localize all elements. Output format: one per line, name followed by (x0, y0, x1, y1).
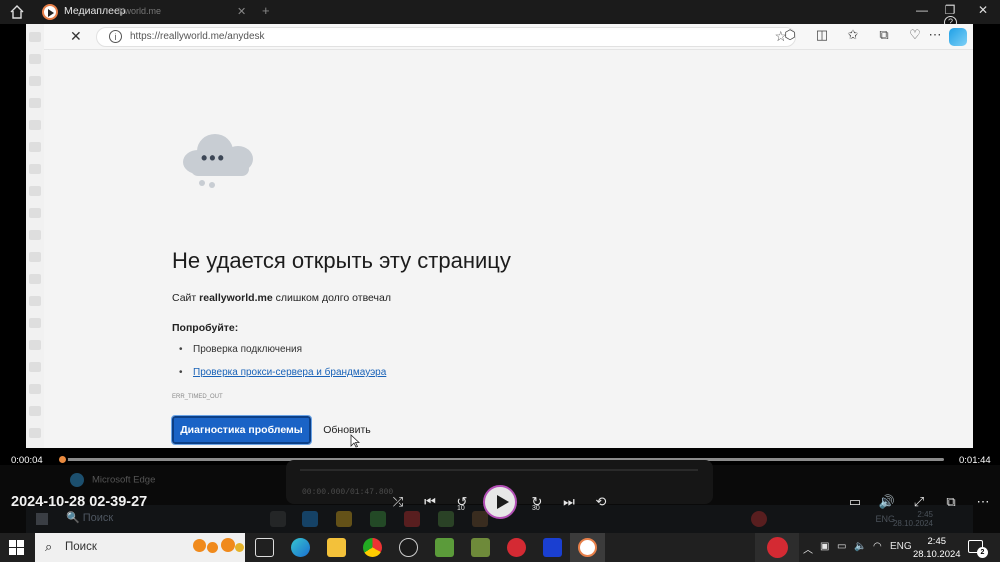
media-player-window: Медиаплеер lyworld.me ✕ + — ❐ ✕ ? ✕ i ht… (0, 0, 1000, 562)
film-strip-edge (26, 24, 44, 448)
meet-icon[interactable]: ▣ (820, 541, 829, 552)
notifications-icon[interactable]: 2 (968, 540, 988, 558)
tray-pinned-app[interactable] (755, 533, 799, 562)
error-site: reallyworld.me (199, 292, 273, 304)
language-indicator[interactable]: ENG (890, 541, 912, 552)
restore-button[interactable]: ❐ (940, 3, 960, 17)
more-options-icon[interactable]: ⋯ (972, 491, 994, 513)
cloud-illustration-icon: ••• (179, 128, 259, 188)
taskbar-search-placeholder: Поиск (65, 541, 97, 553)
video-frame[interactable]: ✕ i https://reallyworld.me/anydesk ☆ ⬡ ◫… (26, 24, 973, 448)
skip-back-10-icon[interactable]: ↺ 10 (451, 491, 473, 513)
copilot-icon[interactable] (949, 28, 967, 46)
ghost-tab-title: lyworld.me (118, 6, 162, 16)
blue-app-icon[interactable] (543, 538, 562, 557)
next-icon[interactable]: ⏭ (558, 491, 580, 513)
show-hidden-icons[interactable]: ︿ (803, 541, 813, 556)
shuffle-icon[interactable]: ⤮ (387, 491, 409, 513)
start-windows-icon[interactable] (9, 540, 24, 555)
extensions-icon[interactable]: ⬡ (781, 27, 799, 43)
battery-icon[interactable]: ▭ (837, 541, 846, 552)
home-icon[interactable] (8, 3, 26, 21)
ghost-mini-time: 00:00.000/01:47.800 (302, 488, 394, 497)
tip-check-proxy-link[interactable]: Проверка прокси-сервера и брандмауэра (179, 367, 386, 390)
try-heading: Попробуйте: (172, 322, 239, 334)
browser-toolbar: ✕ i https://reallyworld.me/anydesk ☆ ⬡ ◫… (44, 24, 973, 50)
browser-essentials-icon[interactable]: ♡ (906, 27, 924, 43)
close-button[interactable]: ✕ (973, 3, 993, 17)
split-screen-icon[interactable]: ◫ (813, 27, 831, 43)
more-menu-icon[interactable]: ⋯ (926, 27, 944, 43)
obs-icon[interactable] (399, 538, 418, 557)
seek-thumb[interactable] (57, 454, 68, 465)
wifi-icon[interactable]: ◠ (873, 541, 882, 552)
red-app-icon[interactable] (507, 538, 526, 557)
info-icon[interactable]: i (109, 30, 122, 43)
minimize-button[interactable]: — (912, 3, 932, 17)
media-player-app-icon (42, 4, 58, 20)
file-explorer-icon[interactable] (327, 538, 346, 557)
title-bar: Медиаплеер lyworld.me ✕ + — ❐ ✕ (0, 0, 1000, 24)
taskbar-clock[interactable]: 2:45 28.10.2024 (913, 535, 961, 561)
skip-forward-30-icon[interactable]: ↻ 30 (526, 491, 548, 513)
windows-taskbar: ⌕ Поиск ︿ ▣ ▭ 🔈 ◠ ENG 2:45 28.10.2024 2 (0, 533, 1000, 562)
ghost-tab-close-icon: ✕ (237, 6, 247, 18)
mouse-cursor-icon (350, 434, 360, 448)
speaker-icon[interactable]: 🔈 (854, 541, 866, 552)
address-bar[interactable]: i https://reallyworld.me/anydesk ☆ (96, 27, 796, 47)
address-url[interactable]: https://reallyworld.me/anydesk (130, 31, 265, 42)
reload-button[interactable]: Обновить (316, 416, 378, 444)
diagnose-button[interactable]: Диагностика проблемы (171, 415, 312, 445)
error-title: Не удается открыть эту страницу (172, 248, 511, 273)
app-title: Медиаплеер (64, 5, 126, 17)
task-view-icon[interactable] (255, 538, 274, 557)
fullscreen-icon[interactable]: ⤢ (908, 491, 930, 513)
error-code: ERR_TIMED_OUT (172, 394, 223, 400)
error-subtitle: Сайт reallyworld.me слишком долго отвеча… (172, 292, 391, 304)
edge-taskbar-icon[interactable] (291, 538, 310, 557)
media-player-taskbar-icon[interactable] (578, 538, 597, 557)
play-button[interactable] (483, 485, 517, 519)
chrome-icon[interactable] (363, 538, 382, 557)
ghost-search-text: 🔍 Поиск (66, 512, 114, 524)
ghost-new-tab-icon: + (262, 3, 270, 18)
tips-list: Проверка подключения Проверка прокси-сер… (179, 344, 386, 390)
miniplayer-icon[interactable]: ⧉ (940, 491, 962, 513)
subtitles-icon[interactable]: ▭ (844, 491, 866, 513)
recording-timestamp: 2024-10-28 02-39-27 (11, 494, 148, 510)
favorites-icon[interactable]: ✩ (844, 27, 862, 43)
taskbar-search-box[interactable]: ⌕ Поиск (35, 533, 245, 562)
ghost-edge-label: Microsoft Edge (70, 473, 155, 487)
minecraft-icon[interactable] (471, 538, 490, 557)
red-app-tray-icon (767, 537, 788, 558)
search-icon: ⌕ (45, 539, 53, 554)
previous-icon[interactable]: ⏮ (419, 491, 441, 513)
error-page: ••• Не удается открыть эту страницу Сайт… (44, 50, 973, 448)
repeat-off-icon[interactable]: ⟲ (590, 491, 612, 513)
volume-icon[interactable]: 🔊 (876, 491, 898, 513)
stop-loading-icon[interactable]: ✕ (70, 28, 82, 45)
pumpkin-search-highlight-icon (193, 539, 206, 552)
tip-check-connection: Проверка подключения (179, 344, 386, 367)
collections-icon[interactable]: ⧉ (875, 27, 893, 43)
minecraft-launcher-icon[interactable] (435, 538, 454, 557)
